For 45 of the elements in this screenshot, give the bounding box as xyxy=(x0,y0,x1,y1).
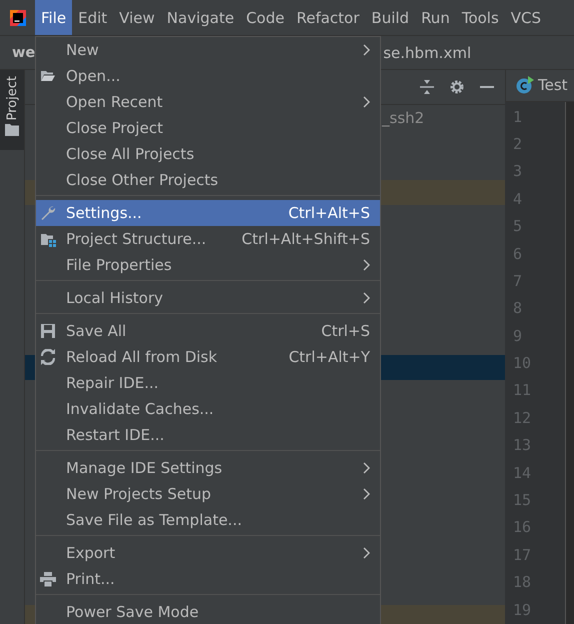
folder-icon xyxy=(5,124,19,136)
reload-icon xyxy=(40,349,56,365)
menu-item[interactable]: Restart IDE... xyxy=(36,422,380,448)
menu-item[interactable]: Power Save Mode xyxy=(36,599,380,624)
menu-item[interactable]: Save File as Template... xyxy=(36,507,380,533)
menu-bar-item[interactable]: Refactor xyxy=(290,0,366,35)
menu-bar-item[interactable]: File xyxy=(35,0,72,35)
menu-item[interactable]: Settings... Ctrl+Alt+S xyxy=(36,200,380,226)
menu-item[interactable]: Project Structure... Ctrl+Alt+Shift+S xyxy=(36,226,380,252)
settings-icon[interactable] xyxy=(449,79,465,95)
menu-bar-item[interactable]: Code xyxy=(240,0,290,35)
menu-item[interactable]: Save All Ctrl+S xyxy=(36,318,380,344)
folder-icon xyxy=(40,68,56,84)
project-tool-tab[interactable]: Project xyxy=(0,70,24,150)
menu-bar-item[interactable]: Edit xyxy=(72,0,114,35)
menu-item[interactable]: Open... xyxy=(36,63,380,89)
class-file-icon xyxy=(516,76,534,94)
menu-item[interactable]: Repair IDE... xyxy=(36,370,380,396)
app-logo-icon[interactable] xyxy=(8,8,28,28)
menu-bar-item[interactable]: View xyxy=(113,0,161,35)
menu-item[interactable]: New xyxy=(36,37,380,63)
folder-grid-icon xyxy=(40,231,56,247)
menu-item[interactable]: Print... xyxy=(36,566,380,592)
menu-bar-item[interactable]: Run xyxy=(415,0,456,35)
menu-bar-item[interactable]: Build xyxy=(365,0,416,35)
menu-bar-item[interactable]: Navigate xyxy=(160,0,240,35)
menu-item[interactable]: Close Project xyxy=(36,115,380,141)
menu-bar-item[interactable]: VCS xyxy=(504,0,548,35)
collapse-all-icon[interactable] xyxy=(419,79,435,95)
menu-item[interactable]: New Projects Setup xyxy=(36,481,380,507)
menu-item[interactable]: Manage IDE Settings xyxy=(36,455,380,481)
wrench-icon xyxy=(40,205,56,221)
menu-bar-item[interactable]: Tools xyxy=(456,0,505,35)
printer-icon xyxy=(40,571,56,587)
menu-item[interactable]: Close All Projects xyxy=(36,141,380,167)
menu-item[interactable]: File Properties xyxy=(36,252,380,278)
menu-item[interactable]: Open Recent xyxy=(36,89,380,115)
menu-item[interactable]: Invalidate Caches... xyxy=(36,396,380,422)
menu-item[interactable]: Reload All from Disk Ctrl+Alt+Y xyxy=(36,344,380,370)
editor-tab[interactable]: se.hbm.xml xyxy=(383,44,472,62)
editor-tab[interactable]: we xyxy=(0,44,36,60)
editor-tab[interactable]: Test xyxy=(505,70,574,102)
menu-item[interactable]: Close Other Projects xyxy=(36,167,380,193)
menu-item[interactable]: Local History xyxy=(36,285,380,311)
menu-item[interactable]: Export xyxy=(36,540,380,566)
